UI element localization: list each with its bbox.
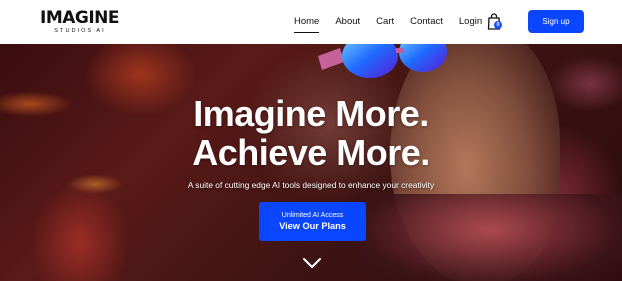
hero-title-line-2: Achieve More. — [192, 132, 430, 173]
view-plans-button[interactable]: Unlimited AI Access View Our Plans — [259, 202, 366, 241]
signup-button[interactable]: Sign up — [528, 10, 584, 33]
brand-logo[interactable]: IMAGINE STUDIOS AI — [40, 8, 120, 36]
page: IMAGINE STUDIOS AI Home About Cart Conta… — [0, 0, 622, 281]
site-header: IMAGINE STUDIOS AI Home About Cart Conta… — [0, 0, 622, 44]
nav-login[interactable]: Login — [459, 15, 482, 29]
cart-count-badge: 0 — [494, 21, 502, 29]
cta-line-1: Unlimited AI Access — [281, 212, 344, 219]
sunglasses-graphic — [318, 44, 447, 78]
nav-cart[interactable]: Cart — [376, 15, 394, 29]
main-nav: Home About Cart Contact Login — [294, 0, 498, 44]
cart-button[interactable]: 0 — [487, 13, 503, 31]
chevron-down-icon[interactable] — [302, 256, 322, 270]
nav-about[interactable]: About — [335, 15, 360, 29]
logo-tagline: STUDIOS AI — [54, 28, 106, 34]
hero-subtitle: A suite of cutting edge AI tools designe… — [187, 180, 435, 190]
cta-line-2: View Our Plans — [279, 221, 346, 231]
hero-title-line-1: Imagine More. — [193, 93, 429, 134]
hero-section: Imagine More. Achieve More. A suite of c… — [0, 44, 622, 281]
logo-wordmark: IMAGINE — [40, 8, 120, 28]
hero-background-jacket — [360, 194, 622, 281]
nav-contact[interactable]: Contact — [410, 15, 443, 29]
nav-home[interactable]: Home — [294, 15, 320, 33]
